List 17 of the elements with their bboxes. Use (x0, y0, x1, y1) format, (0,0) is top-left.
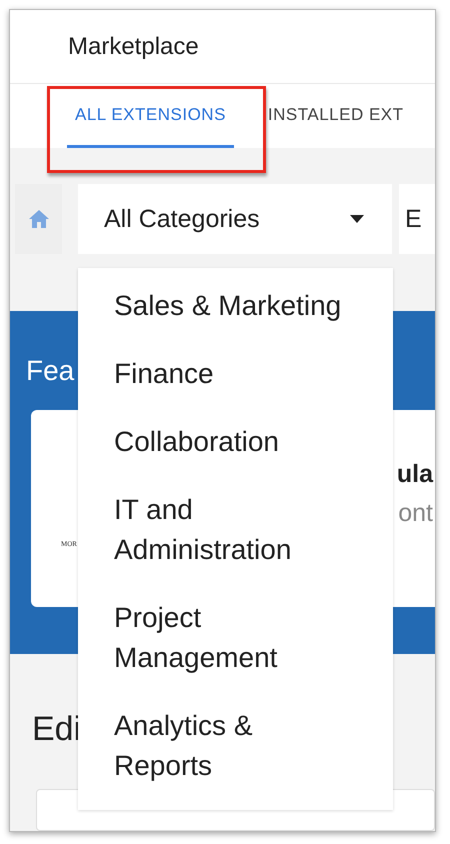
caret-icon (350, 215, 364, 223)
home-button[interactable] (15, 184, 62, 254)
menu-item[interactable]: Collaboration (78, 408, 350, 476)
menu-item[interactable]: Finance (78, 340, 350, 408)
card-subtitle: ont (398, 499, 433, 528)
section-title: Fea (26, 355, 74, 387)
card-title: ula (396, 460, 433, 489)
home-icon (28, 209, 50, 229)
tab[interactable]: ALL EXTENSIONS (67, 84, 234, 148)
tab[interactable]: INSTALLED EXT (260, 84, 412, 148)
filter-field[interactable]: E (399, 184, 435, 254)
category-dropdown[interactable]: All Categories (78, 184, 392, 254)
page-title: Marketplace (68, 32, 199, 60)
menu-item[interactable]: Project Management (78, 584, 350, 692)
menu-item[interactable]: Analytics & Reports (78, 692, 350, 800)
menu-item[interactable]: Sales & Marketing (78, 272, 350, 340)
menu-item[interactable]: IT and Administration (78, 476, 350, 584)
